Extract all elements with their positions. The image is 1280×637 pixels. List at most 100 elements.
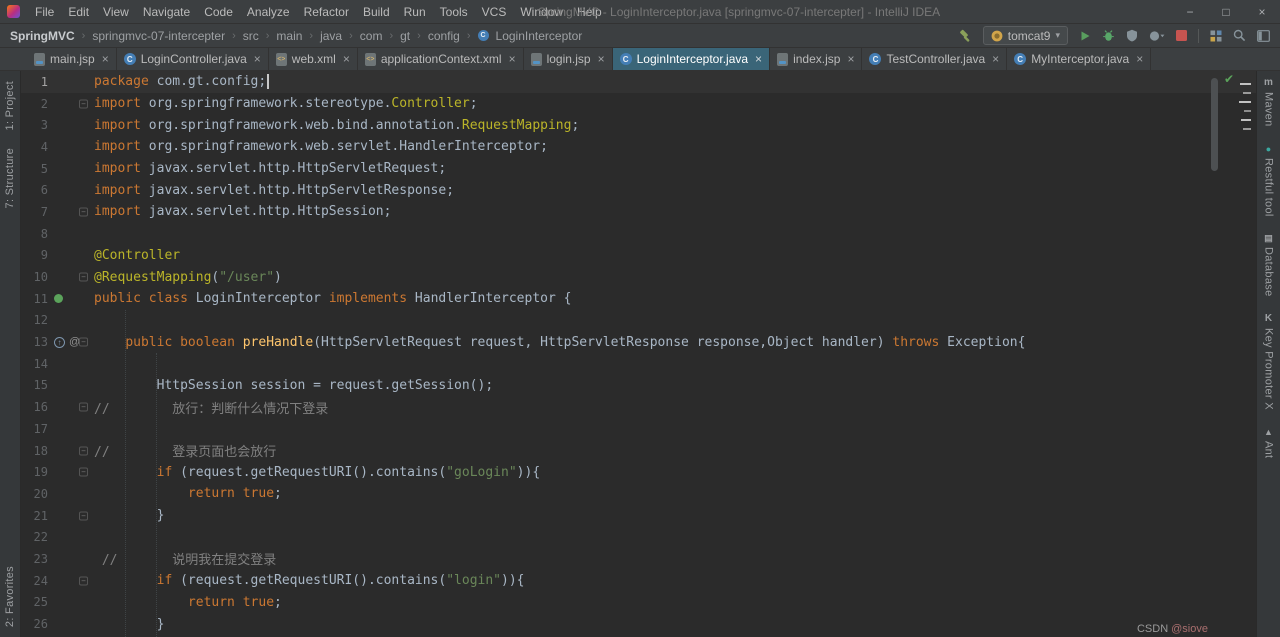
breadcrumb-item-java[interactable]: java (320, 29, 342, 43)
fold-marker-icon[interactable]: − (79, 576, 88, 586)
code-line: 19 − if (request.getRequestURI().contains… (21, 461, 1256, 483)
breadcrumb-item-logininterceptor[interactable]: LoginInterceptor (496, 29, 583, 43)
breadcrumb-item-config[interactable]: config (428, 29, 460, 43)
code-text[interactable]: package com.gt.config; (94, 74, 269, 90)
tool-button-ant[interactable]: ▲ Ant (1263, 427, 1275, 458)
jsp-file-icon (777, 52, 789, 66)
code-text[interactable]: } (94, 617, 165, 632)
profiler-icon[interactable] (1149, 30, 1165, 42)
minimize-icon[interactable]: − (1172, 0, 1208, 24)
tool-button-2-favorites[interactable]: 2: Favorites (4, 566, 16, 627)
code-text[interactable]: import javax.servlet.http.HttpServletReq… (94, 161, 446, 176)
run-config-select[interactable]: tomcat9 ▾ (982, 26, 1068, 45)
menu-build[interactable]: Build (356, 2, 397, 22)
maximize-icon[interactable]: □ (1208, 0, 1244, 24)
close-tab-icon[interactable]: × (992, 53, 999, 65)
menu-run[interactable]: Run (397, 2, 433, 22)
code-text[interactable]: // 放行：判断什么情况下登录 (94, 398, 328, 417)
tab-logininterceptor-java[interactable]: LoginInterceptor.java × (612, 48, 771, 70)
code-text[interactable]: return true; (94, 595, 282, 610)
close-tab-icon[interactable]: × (847, 53, 854, 65)
gutter: ↑ @ − (48, 331, 94, 353)
tab-testcontroller-java[interactable]: TestController.java × (862, 48, 1008, 70)
menu-edit[interactable]: Edit (61, 2, 96, 22)
services-icon[interactable] (1210, 30, 1222, 42)
menu-code[interactable]: Code (197, 2, 240, 22)
code-text[interactable]: if (request.getRequestURI().contains("lo… (94, 573, 525, 588)
close-tab-icon[interactable]: × (755, 53, 762, 65)
fold-marker-icon[interactable]: − (79, 511, 88, 521)
code-text[interactable]: HttpSession session = request.getSession… (94, 378, 494, 393)
breadcrumb-item-springmvc-07-intercepter[interactable]: springmvc-07-intercepter (92, 29, 225, 43)
menu-navigate[interactable]: Navigate (136, 2, 197, 22)
breadcrumb-item-com[interactable]: com (360, 29, 383, 43)
stop-icon[interactable] (1176, 30, 1187, 41)
code-text[interactable]: // 登录页面也会放行 (94, 441, 276, 460)
tab-applicationcontext-xml[interactable]: applicationContext.xml × (358, 48, 524, 70)
close-tab-icon[interactable]: × (598, 53, 605, 65)
fold-marker-icon[interactable]: − (79, 272, 88, 282)
close-tab-icon[interactable]: × (254, 53, 261, 65)
line-number: 19 (33, 465, 48, 480)
code-text[interactable]: // 说明我在提交登录 (94, 549, 276, 568)
override-method-icon[interactable]: ↑ (54, 336, 65, 348)
tab-index-jsp[interactable]: index.jsp × (770, 48, 863, 70)
code-text[interactable]: import javax.servlet.http.HttpSession; (94, 204, 391, 219)
close-icon[interactable]: × (1244, 0, 1280, 24)
right-tool-strip: m Maven ● Restful tool ▤ Database K Key Promote… (1256, 71, 1280, 637)
code-text[interactable]: import org.springframework.stereotype.Co… (94, 96, 478, 111)
code-text[interactable]: import org.springframework.web.bind.anno… (94, 118, 579, 133)
breadcrumb-item-main[interactable]: main (276, 29, 302, 43)
code-text[interactable]: } (94, 508, 165, 523)
layout-icon[interactable] (1257, 29, 1270, 42)
close-tab-icon[interactable]: × (1136, 53, 1143, 65)
build-hammer-icon[interactable] (958, 29, 972, 43)
tab-login-jsp[interactable]: login.jsp × (524, 48, 613, 70)
code-text[interactable]: @Controller (94, 248, 180, 263)
fold-marker-icon[interactable]: − (79, 467, 88, 477)
inspections-ok-icon[interactable]: ✔ (1224, 72, 1234, 86)
fold-marker-icon[interactable]: − (79, 99, 88, 109)
tool-button-1-project[interactable]: 1: Project (4, 81, 16, 130)
fold-marker-icon[interactable]: − (79, 446, 88, 456)
scrollbar[interactable] (1211, 78, 1218, 171)
code-text[interactable]: if (request.getRequestURI().contains("go… (94, 465, 541, 480)
fold-marker-icon[interactable]: − (79, 207, 88, 217)
tool-button-database[interactable]: ▤ Database (1263, 233, 1275, 297)
fold-marker-icon[interactable]: − (79, 337, 88, 347)
run-icon[interactable] (1079, 30, 1091, 42)
code-text[interactable]: public boolean preHandle(HttpServletRequ… (94, 335, 1025, 350)
code-text[interactable]: return true; (94, 486, 282, 501)
breadcrumb-item-springmvc[interactable]: SpringMVC (10, 29, 75, 43)
menu-vcs[interactable]: VCS (475, 2, 514, 22)
menu-file[interactable]: File (28, 2, 61, 22)
close-tab-icon[interactable]: × (343, 53, 350, 65)
spring-bean-icon[interactable] (54, 294, 63, 304)
tab-main-jsp[interactable]: main.jsp × (27, 48, 117, 70)
tool-button-maven[interactable]: m Maven (1263, 78, 1275, 127)
code-text[interactable]: import org.springframework.web.servlet.H… (94, 139, 548, 154)
tab-label: web.xml (291, 52, 336, 66)
tool-button-key-promoter-x[interactable]: K Key Promoter X (1263, 313, 1275, 409)
watermark-user: @siove (1171, 623, 1208, 635)
close-tab-icon[interactable]: × (509, 53, 516, 65)
debug-icon[interactable] (1102, 29, 1115, 42)
menu-tools[interactable]: Tools (433, 2, 475, 22)
menu-refactor[interactable]: Refactor (297, 2, 356, 22)
tab-web-xml[interactable]: web.xml × (269, 48, 358, 70)
breadcrumb-item-src[interactable]: src (243, 29, 259, 43)
menu-view[interactable]: View (96, 2, 136, 22)
tab-myinterceptor-java[interactable]: MyInterceptor.java × (1007, 48, 1152, 70)
fold-marker-icon[interactable]: − (79, 402, 88, 412)
code-text[interactable]: @RequestMapping("/user") (94, 270, 282, 285)
menu-analyze[interactable]: Analyze (240, 2, 297, 22)
code-text[interactable]: public class LoginInterceptor implements… (94, 291, 571, 306)
tab-logincontroller-java[interactable]: LoginController.java × (117, 48, 269, 70)
code-text[interactable]: import javax.servlet.http.HttpServletRes… (94, 183, 454, 198)
tool-button-restful-tool[interactable]: ● Restful tool (1263, 144, 1275, 217)
tool-button-7-structure[interactable]: 7: Structure (4, 148, 16, 208)
breadcrumb-item-gt[interactable]: gt (400, 29, 410, 43)
search-everywhere-icon[interactable] (1233, 29, 1246, 42)
close-tab-icon[interactable]: × (102, 53, 109, 65)
coverage-icon[interactable] (1126, 29, 1138, 42)
